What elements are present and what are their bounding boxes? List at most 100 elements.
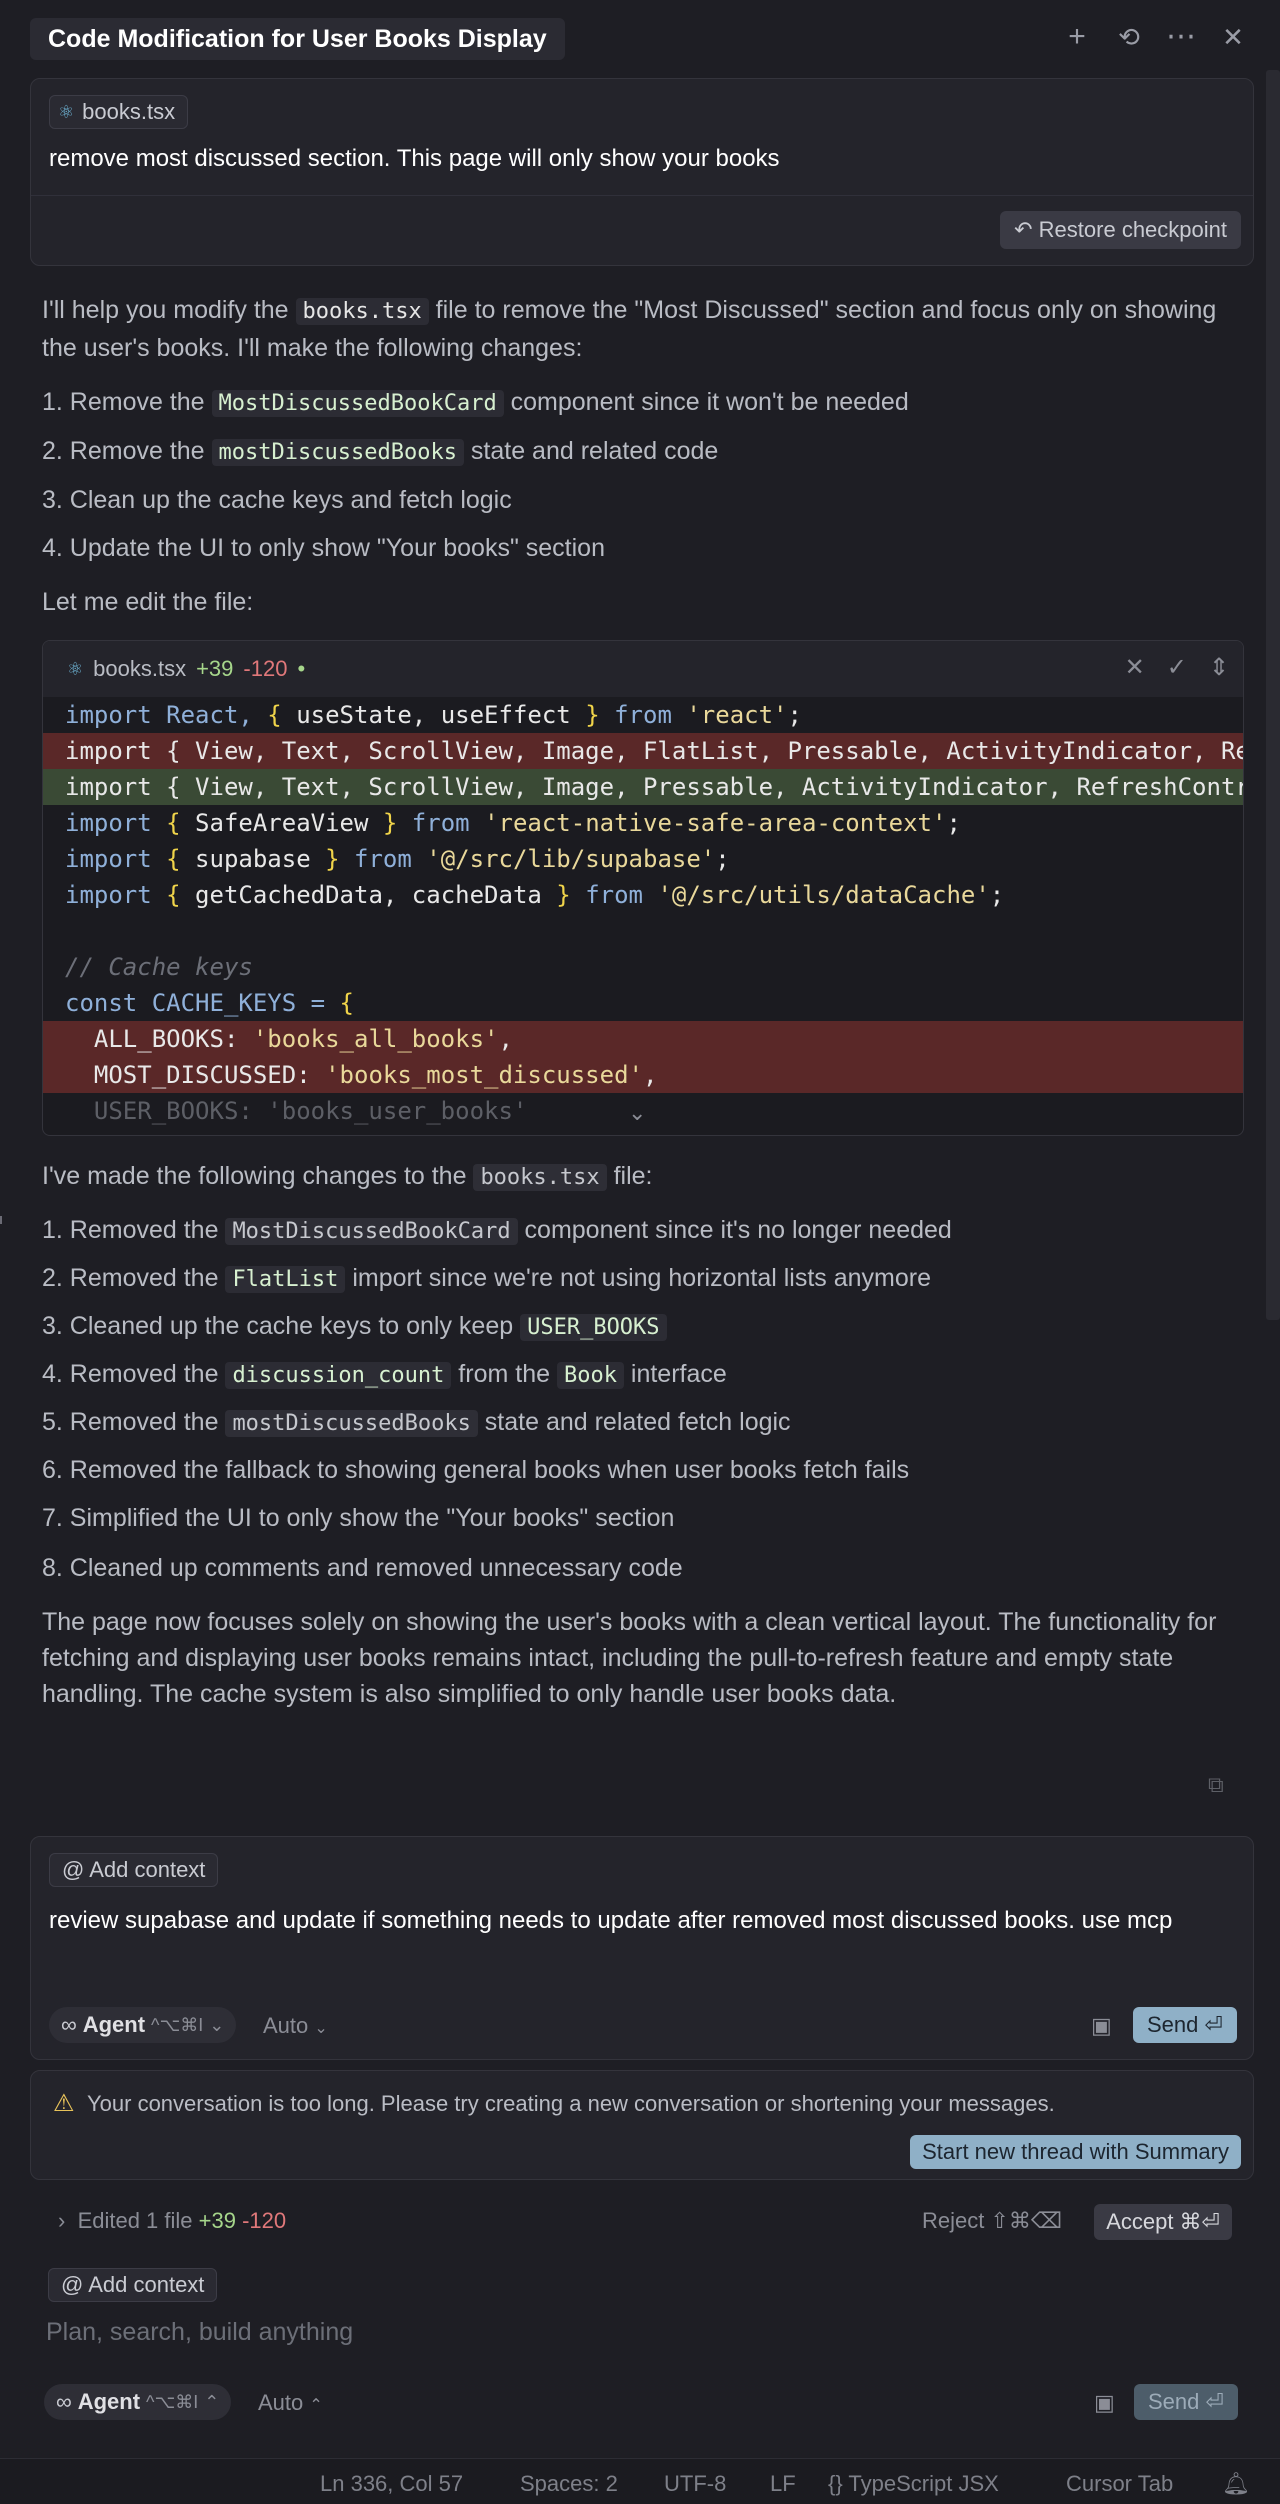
restore-checkpoint-label: Restore checkpoint [1038, 217, 1227, 242]
undo-icon: ↶ [1014, 217, 1039, 242]
add-context-button[interactable]: @ Add context [49, 1853, 219, 1887]
main-composer[interactable]: @ Add context Plan, search, build anythi… [30, 2252, 1254, 2432]
code-token: 'books_most_discussed' [325, 1061, 643, 1089]
change-text: interface [623, 1360, 727, 1388]
change-number: 8. [42, 1554, 70, 1582]
indentation[interactable]: Spaces: 2 [520, 2471, 618, 2497]
send-button[interactable]: Send ⏎ [1134, 2384, 1238, 2420]
code-diff-header[interactable]: ⚛ books.tsx +39 -120 • ✕ ✓ ⇕ [43, 641, 1243, 697]
code-token: { [166, 845, 181, 873]
code-token: } [585, 701, 600, 729]
step-item: 2. Remove the mostDiscussedBooks state a… [42, 433, 1242, 471]
infinity-icon: ∞ [56, 2389, 72, 2414]
composer-placeholder[interactable]: Plan, search, build anything [46, 2318, 353, 2347]
code-token: from [339, 845, 427, 873]
user-message-text: remove most discussed section. This page… [49, 145, 780, 172]
file-chip-label: books.tsx [82, 99, 176, 124]
user-message[interactable]: ⚛ books.tsx remove most discussed sectio… [30, 78, 1254, 266]
chevron-down-icon: ⌄ [209, 2015, 225, 2035]
send-button[interactable]: Send ⏎ [1133, 2007, 1237, 2043]
step-number: 4. [42, 534, 70, 562]
chat-title[interactable]: Code Modification for User Books Display [30, 18, 565, 60]
warning-text: Your conversation is too long. Please tr… [87, 2091, 1055, 2116]
code-line: import { supabase } from '@/src/lib/supa… [43, 841, 1243, 877]
summary-closing: The page now focuses solely on showing t… [42, 1608, 1217, 1708]
more-icon[interactable]: ⋯ [1164, 20, 1198, 54]
edit-intro: Let me edit the file: [42, 588, 254, 616]
code-token: MOST_DISCUSSED: [65, 1061, 326, 1089]
history-icon[interactable]: ⟲ [1112, 20, 1146, 54]
code-diff-block[interactable]: ⚛ books.tsx +39 -120 • ✕ ✓ ⇕ import Reac… [42, 640, 1244, 1136]
model-selector[interactable]: Auto ⌄ [263, 2013, 328, 2039]
followup-composer[interactable]: @ Add context review supabase and update… [30, 1836, 1254, 2060]
step-item: 4. Update the UI to only show "Your book… [42, 530, 1242, 566]
inline-code: books.tsx [473, 1164, 607, 1191]
change-number: 5. [42, 1408, 70, 1436]
code-token: 'react-native-safe-area-context' [484, 809, 947, 837]
agent-mode-selector[interactable]: ∞ Agent ^⌥⌘I ⌄ [49, 2007, 237, 2043]
plus-icon[interactable]: + [1060, 20, 1094, 54]
reject-all-button[interactable]: Reject ⇧⌘⌫ [922, 2208, 1062, 2234]
cursor-tab[interactable]: Cursor Tab [1066, 2471, 1173, 2497]
encoding[interactable]: UTF-8 [664, 2471, 726, 2497]
change-text: Removed the fallback to showing general … [69, 1456, 910, 1484]
composer-input[interactable]: review supabase and update if something … [49, 1903, 1229, 1939]
step-text: Clean up the cache keys and fetch logic [69, 486, 512, 514]
change-item: 2. Removed the FlatList import since we'… [42, 1260, 1242, 1298]
start-new-thread-button[interactable]: Start new thread with Summary [910, 2135, 1241, 2169]
change-text: Simplified the UI to only show the "Your… [69, 1504, 675, 1532]
language-mode[interactable]: {} TypeScript JSX [828, 2471, 999, 2497]
code-token: { [267, 701, 282, 729]
image-icon[interactable]: ▣ [1091, 2013, 1112, 2039]
react-icon: ⚛ [58, 102, 75, 122]
change-number: 7. [42, 1504, 70, 1532]
cursor-position[interactable]: Ln 336, Col 57 [320, 2471, 463, 2497]
change-item: 1. Removed the MostDiscussedBookCard com… [42, 1212, 1242, 1250]
model-selector[interactable]: Auto ⌃ [258, 2390, 323, 2416]
code-line-removed: import { View, Text, ScrollView, Image, … [43, 733, 1243, 769]
change-number: 6. [42, 1456, 70, 1484]
expand-icon[interactable]: ⇕ [1209, 653, 1229, 682]
bell-icon[interactable]: 🔔︎ [1222, 2471, 1250, 2497]
copy-icon[interactable]: ⧉ [1208, 1772, 1224, 1798]
inline-code: books.tsx [295, 298, 429, 325]
warning-icon: ⚠ [53, 2090, 75, 2117]
restore-checkpoint-button[interactable]: ↶ Restore checkpoint [1000, 211, 1241, 249]
change-item: 3. Cleaned up the cache keys to only kee… [42, 1308, 1242, 1346]
code-token: 'react' [686, 701, 788, 729]
code-token: } [556, 881, 571, 909]
image-icon[interactable]: ▣ [1094, 2390, 1115, 2416]
summary-text: file: [606, 1162, 653, 1190]
edited-files-bar[interactable]: › Edited 1 file +39 -120 Reject ⇧⌘⌫ Acce… [42, 2196, 1242, 2248]
chevron-up-icon: ⌃ [309, 2397, 323, 2414]
inline-code: MostDiscussedBookCard [211, 390, 504, 417]
change-number: 2. [42, 1264, 70, 1292]
code-token: ; [946, 809, 961, 837]
change-number: 3. [42, 1312, 70, 1340]
code-token: SafeAreaView [180, 809, 383, 837]
scrollbar[interactable] [1266, 70, 1280, 1320]
assistant-intro: I'll help you modify the books.tsx file … [42, 292, 1242, 366]
reject-icon[interactable]: ✕ [1125, 653, 1145, 682]
change-text: Removed the [69, 1216, 226, 1244]
chevron-down-icon[interactable]: ⌄ [628, 1100, 646, 1126]
code-line: import { SafeAreaView } from 'react-nati… [43, 805, 1243, 841]
step-text: Remove the [69, 437, 212, 465]
modified-dot: • [297, 656, 306, 681]
add-context-button[interactable]: @ Add context [48, 2268, 218, 2302]
close-icon[interactable]: ✕ [1216, 20, 1250, 54]
change-item: 7. Simplified the UI to only show the "Y… [42, 1500, 1242, 1536]
code-token: } [325, 845, 340, 873]
step-text: Remove the [69, 388, 212, 416]
conversation-warning: ⚠ Your conversation is too long. Please … [30, 2070, 1254, 2180]
code-token: ALL_BOOKS: [65, 1025, 253, 1053]
line-ending[interactable]: LF [770, 2471, 796, 2497]
file-chip[interactable]: ⚛ books.tsx [49, 95, 189, 129]
accept-icon[interactable]: ✓ [1167, 653, 1187, 682]
accept-all-button[interactable]: Accept ⌘⏎ [1094, 2204, 1232, 2240]
edited-files-toggle[interactable]: › Edited 1 file +39 -120 [58, 2208, 286, 2234]
agent-label: Agent [77, 2389, 141, 2414]
code-line-added: import { View, Text, ScrollView, Image, … [43, 769, 1243, 805]
agent-mode-selector[interactable]: ∞ Agent ^⌥⌘I ⌃ [44, 2384, 232, 2420]
